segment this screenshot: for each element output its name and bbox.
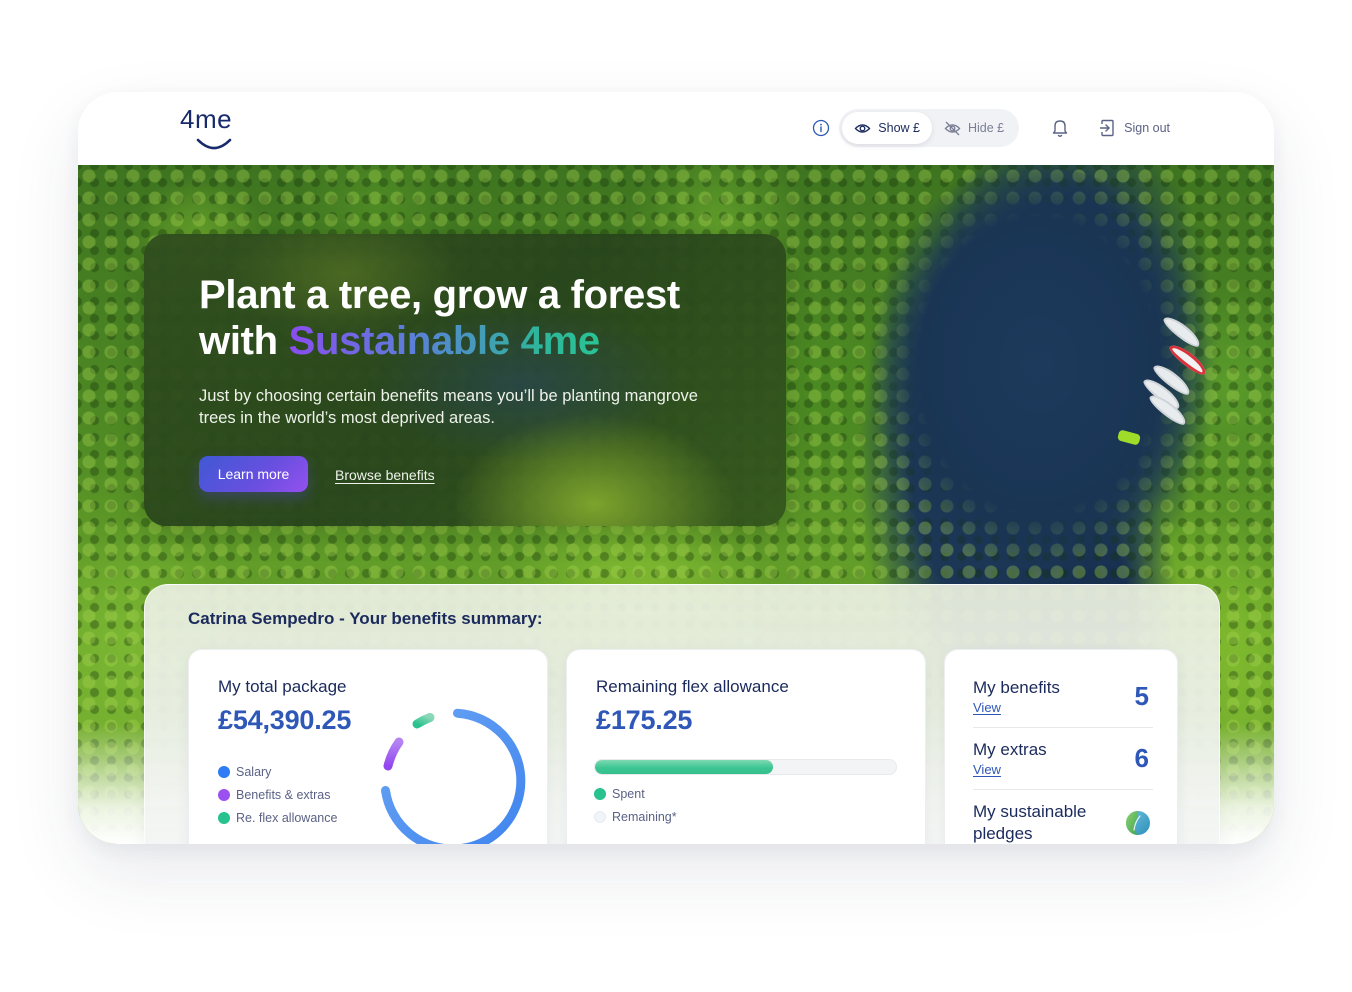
legend-item-benefits-extras: Benefits & extras (218, 783, 337, 806)
sign-out-icon (1099, 119, 1114, 137)
flex-legend: Spent Remaining* (594, 782, 677, 828)
info-icon (813, 119, 830, 137)
top-header: 4me Show £ Hide £ Sign out (78, 92, 1274, 165)
flex-allowance-amount: £175.25 (596, 705, 693, 735)
hide-amounts-label: Hide £ (967, 121, 1005, 135)
app-window: 4me Show £ Hide £ Sign out Plant a tree,… (78, 92, 1274, 844)
total-package-amount: £54,390.25 (218, 705, 352, 735)
stat-my-extras: My extras View (973, 739, 1153, 779)
package-donut-chart (381, 708, 526, 844)
notifications-button[interactable] (1049, 117, 1071, 139)
progress-fill-spent (595, 760, 773, 774)
stat-label: My benefits (973, 678, 1060, 697)
benefits-stats-card: My benefits View 5 My extras View 6 My s… (944, 649, 1178, 844)
info-button[interactable] (811, 118, 831, 138)
legend-label: Re. flex allowance (236, 810, 338, 825)
legend-label: Remaining* (612, 809, 677, 824)
hero-promo-card: Plant a tree, grow a forest with Sustain… (144, 234, 786, 526)
sustainable-leaf-drop-icon (1126, 811, 1150, 835)
view-extras-link[interactable]: View (973, 762, 1001, 777)
hide-amounts-button[interactable]: Hide £ (932, 112, 1016, 144)
smile-logo-icon (196, 138, 232, 150)
donut-segment-flex-allowance (412, 713, 435, 729)
hero-title-prefix: with (199, 319, 289, 363)
legend-dot (594, 810, 606, 823)
extras-count: 6 (1134, 743, 1149, 773)
legend-label: Spent (612, 786, 645, 801)
flex-allowance-label: Remaining flex allowance (596, 677, 789, 696)
eye-off-icon (944, 121, 961, 135)
show-amounts-label: Show £ (878, 121, 920, 135)
view-benefits-link[interactable]: View (973, 700, 1001, 715)
benefits-count: 5 (1134, 681, 1149, 711)
donut-segment-salary (381, 708, 526, 844)
bell-icon (1052, 120, 1068, 137)
stat-my-benefits: My benefits View (973, 677, 1153, 717)
logo-text: 4me (180, 104, 233, 134)
total-package-card[interactable]: My total package £54,390.25 Salary Benef… (188, 649, 548, 844)
sign-out-button[interactable]: Sign out (1099, 119, 1170, 137)
hero-title: Plant a tree, grow a forest with Sustain… (199, 272, 759, 364)
total-package-label: My total package (218, 677, 347, 696)
legend-label: Benefits & extras (236, 787, 331, 802)
legend-item-remaining: Remaining* (594, 805, 677, 828)
flex-allowance-progress-bar (594, 759, 897, 775)
legend-dot (594, 787, 606, 800)
flex-allowance-card[interactable]: Remaining flex allowance £175.25 Spent R… (566, 649, 926, 844)
package-legend: Salary Benefits & extras Re. flex allowa… (218, 760, 337, 829)
sign-out-label: Sign out (1124, 121, 1170, 135)
legend-dot (218, 788, 230, 801)
hero-subtitle: Just by choosing certain benefits means … (199, 387, 698, 427)
divider (973, 789, 1153, 790)
show-amounts-button[interactable]: Show £ (842, 112, 932, 144)
eye-icon (855, 123, 871, 133)
benefits-summary-panel: Catrina Sempedro - Your benefits summary… (144, 584, 1220, 844)
hero-title-highlight: Sustainable 4me (288, 319, 600, 363)
legend-label: Salary (236, 764, 272, 779)
learn-more-button[interactable]: Learn more (199, 456, 308, 492)
browse-benefits-link[interactable]: Browse benefits (335, 467, 435, 483)
donut-segment-benefits-extras (383, 737, 404, 771)
summary-title: Catrina Sempedro - Your benefits summary… (188, 609, 543, 628)
stat-label: My sustainable pledges (973, 802, 1087, 843)
hero-title-line1: Plant a tree, grow a forest (199, 273, 680, 317)
currency-visibility-toggle: Show £ Hide £ (839, 109, 1020, 147)
legend-item-flex-allowance: Re. flex allowance (218, 806, 337, 829)
legend-item-salary: Salary (218, 760, 337, 783)
header-actions: Show £ Hide £ Sign out (811, 109, 1170, 147)
legend-dot (218, 811, 230, 824)
stat-sustainable-pledges[interactable]: My sustainable pledges (973, 801, 1123, 844)
legend-item-spent: Spent (594, 782, 677, 805)
stat-label: My extras (973, 740, 1047, 759)
legend-dot (218, 765, 230, 778)
brand-logo[interactable]: 4me (180, 104, 246, 154)
divider (973, 727, 1153, 728)
